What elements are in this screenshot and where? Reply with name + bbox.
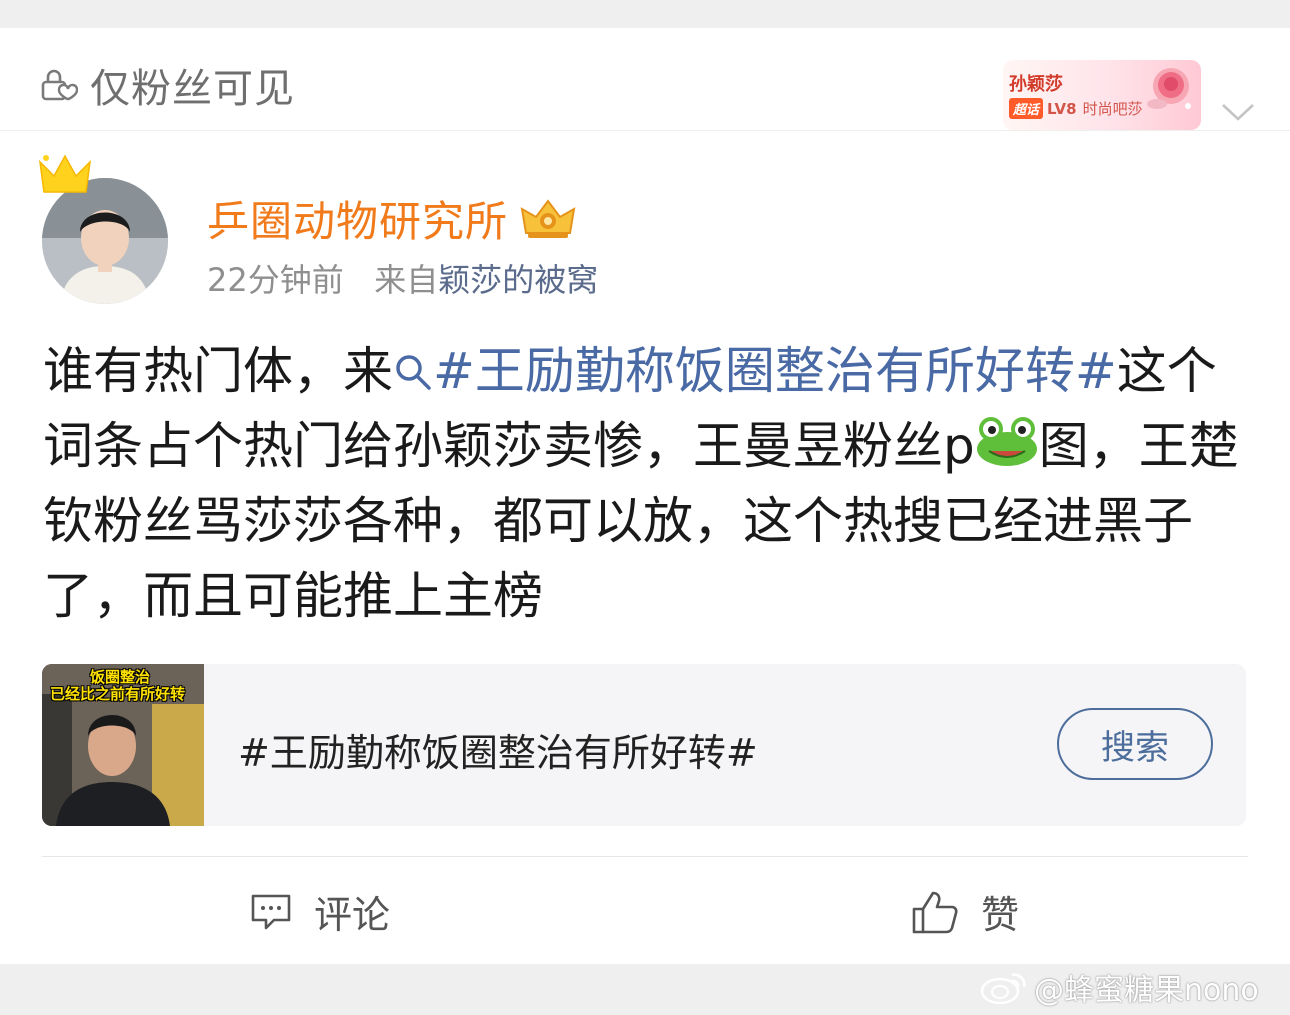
rose-icon — [1147, 68, 1191, 109]
vip-crown-icon[interactable] — [520, 197, 576, 241]
super-topic-tag: 超话 — [1009, 98, 1044, 119]
like-button[interactable]: 赞 — [911, 884, 1019, 939]
thumbs-up-icon — [912, 891, 958, 933]
top-gray-band — [0, 0, 1290, 28]
source-prefix: 来自 — [374, 261, 439, 299]
search-icon — [396, 355, 431, 390]
avatar-portrait — [42, 178, 168, 304]
post-time: 22分钟前 — [207, 261, 344, 299]
watermark-text: @蜂蜜糖果nono — [1034, 973, 1259, 1008]
comment-label: 评论 — [314, 893, 391, 937]
action-divider — [42, 856, 1248, 857]
thumbnail-caption-line2: 已经比之前有所好转 — [50, 685, 186, 703]
topic-hashtag-link[interactable]: #王励勤称饭圈整治有所好转# — [433, 342, 1117, 400]
search-button[interactable]: 搜索 — [1057, 708, 1213, 780]
watermark: @蜂蜜糖果nono — [980, 965, 1259, 1009]
author-username[interactable]: 乒圈动物研究所 — [207, 188, 508, 249]
comment-icon — [251, 894, 291, 929]
post-source-link[interactable]: 颖莎的被窝 — [438, 261, 598, 299]
post-header-bar: 仅粉丝可见 孙颖莎 超话 LV8 时尚吧莎 — [0, 28, 1290, 131]
author-name-row: 乒圈动物研究所 — [207, 188, 576, 249]
crown-icon — [38, 154, 92, 193]
comment-button[interactable]: 评论 — [250, 884, 390, 939]
post-content: 谁有热门体，来 #王励勤称饭圈整治有所好转#这个词条占个热门给孙颖莎卖惨，王曼昱粉… — [43, 334, 1243, 634]
like-label: 赞 — [981, 893, 1020, 937]
badge-info-row: 超话 LV8 时尚吧莎 — [1009, 98, 1143, 119]
avatar[interactable] — [42, 178, 168, 304]
visibility-indicator: 仅粉丝可见 — [38, 56, 295, 114]
badge-level: LV8 — [1047, 99, 1077, 118]
chevron-down-icon[interactable] — [1220, 100, 1256, 124]
super-topic-badge-card[interactable]: 孙颖莎 超话 LV8 时尚吧莎 — [1003, 60, 1201, 130]
topic-thumbnail: 饭圈整治 已经比之前有所好转 — [42, 664, 204, 826]
fans-only-lock-icon — [41, 69, 78, 101]
topic-card[interactable]: 饭圈整治 已经比之前有所好转 #王励勤称饭圈整治有所好转# 搜索 — [42, 664, 1246, 826]
topic-card-title[interactable]: #王励勤称饭圈整治有所好转# — [238, 722, 758, 777]
post-text-part1: 谁有热门体，来 — [43, 342, 393, 400]
frog-emoji-icon — [976, 417, 1037, 466]
visibility-label: 仅粉丝可见 — [90, 66, 295, 112]
weibo-logo-icon — [980, 973, 1026, 1005]
post-meta: 22分钟前 来自颖莎的被窝 — [207, 255, 598, 301]
badge-title: 时尚吧莎 — [1082, 100, 1143, 118]
badge-star-name: 孙颖莎 — [1009, 74, 1063, 95]
author-avatar-block[interactable] — [38, 152, 172, 306]
